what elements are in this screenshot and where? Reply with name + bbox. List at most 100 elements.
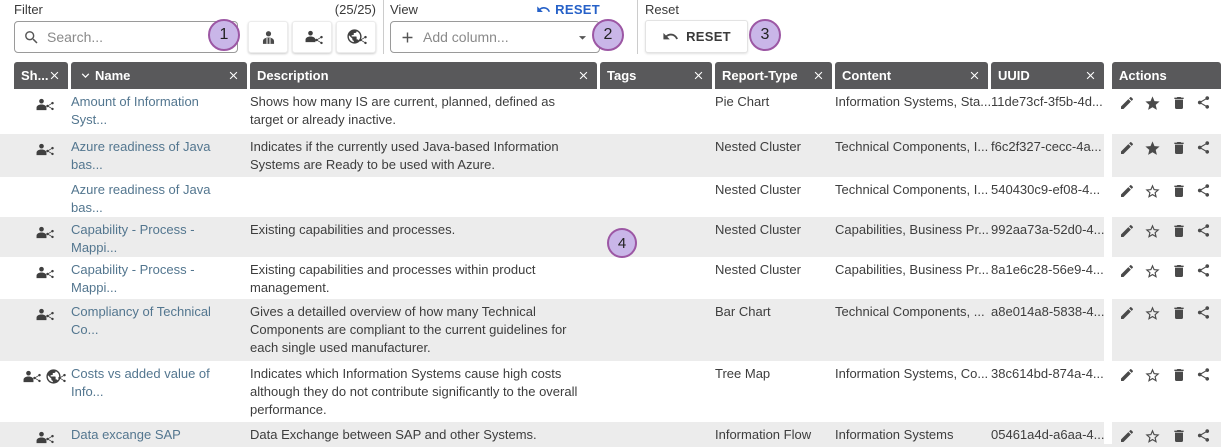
public-filter-button[interactable]: [336, 21, 376, 53]
delete-icon[interactable]: [1171, 367, 1187, 383]
edit-icon[interactable]: [1119, 183, 1135, 199]
uuid-cell: a8e014a8-5838-4...: [991, 299, 1104, 361]
search-input[interactable]: [47, 29, 229, 45]
close-column-icon[interactable]: [968, 69, 981, 82]
edit-icon[interactable]: [1119, 140, 1135, 156]
close-column-icon[interactable]: [692, 69, 705, 82]
share-icon[interactable]: [1196, 140, 1211, 155]
edit-icon[interactable]: [1119, 263, 1135, 279]
content-cell: Capabilities, Business Pr...: [835, 217, 991, 257]
close-column-icon[interactable]: [812, 69, 825, 82]
edit-icon[interactable]: [1119, 95, 1135, 111]
delete-icon[interactable]: [1171, 305, 1187, 321]
sort-descending-icon: [78, 68, 93, 83]
add-column-placeholder: Add column...: [423, 29, 509, 45]
column-header-content[interactable]: Content: [835, 62, 988, 89]
share-icon[interactable]: [1196, 367, 1211, 382]
reset-section: Reset RESET: [645, 2, 748, 53]
report-name-link[interactable]: Costs vs added value of Info...: [71, 361, 250, 422]
report-name-link[interactable]: Azure readiness of Java bas...: [71, 134, 250, 177]
column-header-name[interactable]: Name: [71, 62, 247, 89]
column-header-actions[interactable]: Actions: [1112, 62, 1221, 89]
report-name-link[interactable]: Capability - Process - Mappi...: [71, 257, 250, 299]
actions-cell: [1112, 361, 1221, 422]
shared-filter-button[interactable]: [292, 21, 332, 53]
person-filter-button[interactable]: [248, 21, 288, 53]
favorite-star-icon[interactable]: [1144, 95, 1161, 112]
close-column-icon[interactable]: [577, 69, 590, 82]
delete-icon[interactable]: [1171, 263, 1187, 279]
globe-share-icon: [346, 28, 366, 46]
toolbar-divider: [637, 0, 638, 54]
report-type-cell: Bar Chart: [715, 299, 835, 361]
uuid-cell: 8a1e6c28-56e9-4...: [991, 257, 1104, 299]
report-type-cell: Nested Cluster: [715, 217, 835, 257]
report-name-link[interactable]: Amount of Information Syst...: [71, 89, 250, 134]
favorite-star-icon[interactable]: [1144, 428, 1161, 445]
description-cell: Gives a detailled overview of how many T…: [250, 299, 600, 361]
column-label: Tags: [607, 68, 636, 83]
share-icon[interactable]: [1196, 223, 1211, 238]
favorite-star-icon[interactable]: [1144, 263, 1161, 280]
share-icon[interactable]: [1196, 305, 1211, 320]
table-row: Azure readiness of Java bas... Nested Clu…: [0, 177, 1221, 217]
delete-icon[interactable]: [1171, 223, 1187, 239]
shared-cell: [14, 177, 71, 217]
actions-cell: [1112, 89, 1221, 134]
share-icon[interactable]: [1196, 95, 1211, 110]
favorite-star-icon[interactable]: [1144, 140, 1161, 157]
filter-count: (25/25): [335, 2, 376, 17]
table-row: Capability - Process - Mappi...Existing …: [0, 257, 1221, 299]
search-box: [14, 21, 238, 53]
report-name-link[interactable]: Azure readiness of Java bas...: [71, 177, 250, 217]
column-header-sh[interactable]: Sh...: [14, 62, 68, 89]
edit-icon[interactable]: [1119, 428, 1135, 444]
favorite-star-icon[interactable]: [1144, 183, 1161, 200]
description-cell: Shows how many IS are current, planned, …: [250, 89, 600, 134]
delete-icon[interactable]: [1171, 428, 1187, 444]
delete-icon[interactable]: [1171, 95, 1187, 111]
tags-cell: [600, 89, 715, 134]
search-icon: [23, 29, 40, 46]
content-cell: Capabilities, Business Pr...: [835, 257, 991, 299]
column-header-uuid[interactable]: UUID: [991, 62, 1104, 89]
column-header-tags[interactable]: Tags: [600, 62, 712, 89]
share-icon[interactable]: [1196, 263, 1211, 278]
favorite-star-icon[interactable]: [1144, 223, 1161, 240]
add-column-dropdown[interactable]: Add column...: [390, 21, 600, 53]
step-badge-1: 1: [208, 19, 240, 51]
column-header-report-type[interactable]: Report-Type: [715, 62, 832, 89]
report-type-cell: Tree Map: [715, 361, 835, 422]
view-reset-button[interactable]: RESET: [536, 2, 600, 17]
report-type-cell: Nested Cluster: [715, 177, 835, 217]
edit-icon[interactable]: [1119, 223, 1135, 239]
edit-icon[interactable]: [1119, 305, 1135, 321]
delete-icon[interactable]: [1171, 140, 1187, 156]
description-cell: Indicates which Information Systems caus…: [250, 361, 600, 422]
uuid-cell: 992aa73a-52d0-4...: [991, 217, 1104, 257]
shared-cell: [14, 89, 71, 134]
close-column-icon[interactable]: [227, 69, 240, 82]
column-header-description[interactable]: Description: [250, 62, 597, 89]
reports-inventory-page: Filter (25/25) View RESET: [0, 0, 1221, 447]
report-name-link[interactable]: Compliancy of Technical Co...: [71, 299, 250, 361]
person-share-icon: [302, 28, 322, 46]
reset-label: Reset: [645, 2, 679, 17]
delete-icon[interactable]: [1171, 183, 1187, 199]
tags-cell: [600, 177, 715, 217]
share-icon[interactable]: [1196, 183, 1211, 198]
content-cell: Technical Components, ...: [835, 299, 991, 361]
favorite-star-icon[interactable]: [1144, 367, 1161, 384]
table-header: Sh...NameDescription Tags Report-TypeConte…: [0, 62, 1221, 89]
share-icon[interactable]: [1196, 428, 1211, 443]
shared-cell: [14, 299, 71, 361]
content-cell: Technical Components, I...: [835, 177, 991, 217]
edit-icon[interactable]: [1119, 367, 1135, 383]
close-column-icon[interactable]: [48, 69, 61, 82]
reset-button[interactable]: RESET: [645, 20, 748, 53]
actions-cell: [1112, 177, 1221, 217]
report-name-link[interactable]: Capability - Process - Mappi...: [71, 217, 250, 257]
close-column-icon[interactable]: [1084, 69, 1097, 82]
favorite-star-icon[interactable]: [1144, 305, 1161, 322]
actions-cell: [1112, 257, 1221, 299]
